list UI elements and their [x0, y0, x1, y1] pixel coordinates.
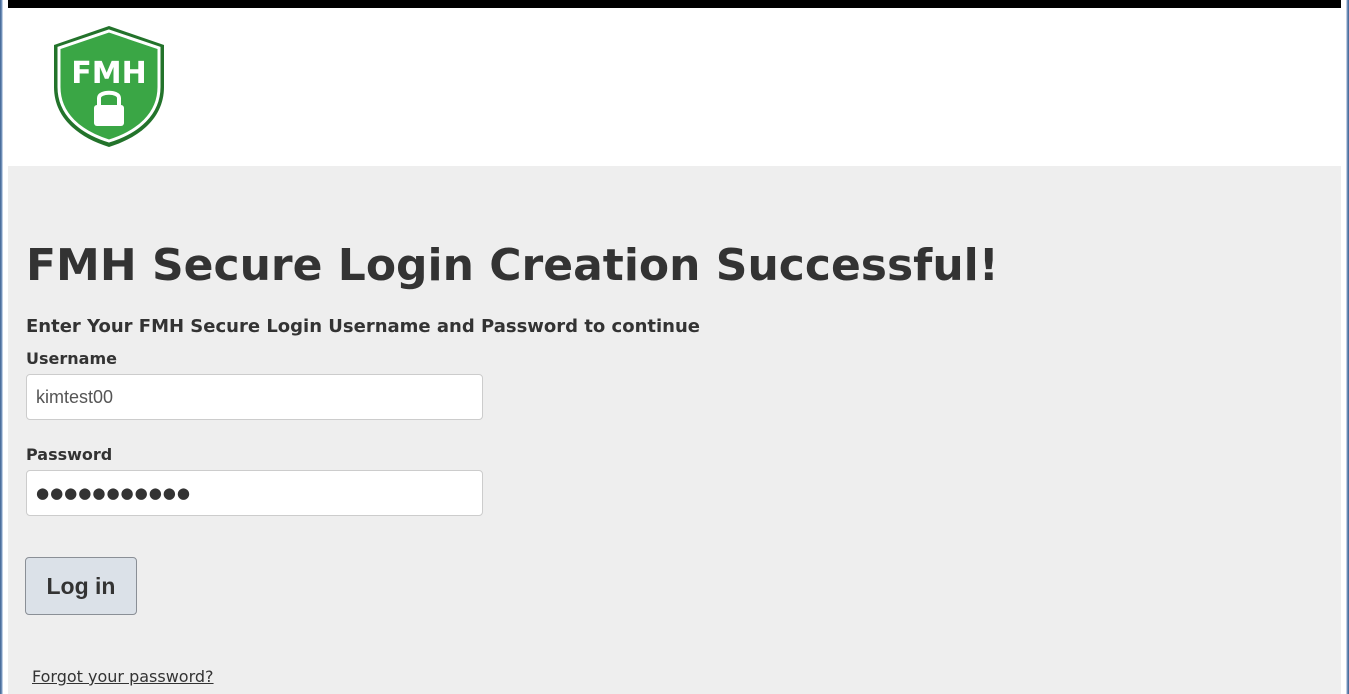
login-button[interactable]: Log in	[25, 557, 137, 615]
window-top-bar	[0, 0, 1349, 8]
browser-window: FMH FMH Secure Login Creation Successful…	[0, 0, 1349, 694]
username-label: Username	[26, 349, 117, 368]
window-left-edge	[0, 0, 8, 694]
shield-lock-icon: FMH	[54, 26, 164, 147]
page-title: FMH Secure Login Creation Successful!	[26, 240, 999, 291]
password-label: Password	[26, 445, 113, 464]
window-right-edge	[1341, 0, 1349, 694]
login-panel: FMH Secure Login Creation Successful! En…	[8, 166, 1341, 694]
password-input[interactable]	[26, 470, 483, 516]
username-input[interactable]	[26, 374, 483, 420]
logo-text: FMH	[71, 56, 146, 91]
forgot-password-link[interactable]: Forgot your password?	[32, 666, 214, 688]
page-subtitle: Enter Your FMH Secure Login Username and…	[26, 316, 701, 337]
site-header: FMH	[8, 20, 1341, 166]
